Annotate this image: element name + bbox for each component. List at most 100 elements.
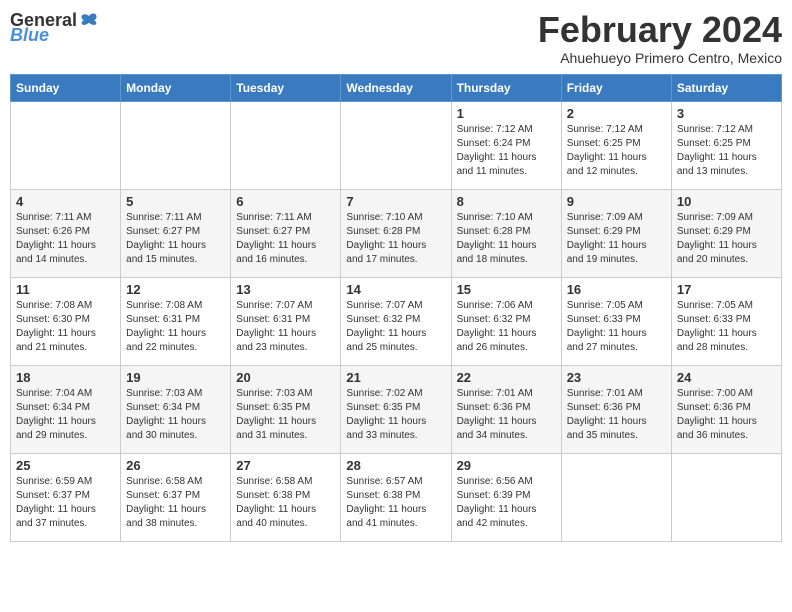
day-info: Sunrise: 7:12 AM Sunset: 6:24 PM Dayligh…: [457, 123, 556, 179]
table-row: 19 Sunrise: 7:03 AM Sunset: 6:34 PM Dayli…: [121, 365, 231, 453]
day-info: Sunrise: 6:59 AM Sunset: 6:37 PM Dayligh…: [16, 475, 115, 531]
calendar-week-row: 18 Sunrise: 7:04 AM Sunset: 6:34 PM Dayli…: [11, 365, 782, 453]
day-info: Sunrise: 7:03 AM Sunset: 6:35 PM Dayligh…: [236, 387, 335, 443]
header-monday: Monday: [121, 74, 231, 101]
day-info: Sunrise: 7:01 AM Sunset: 6:36 PM Dayligh…: [567, 387, 666, 443]
day-info: Sunrise: 7:07 AM Sunset: 6:32 PM Dayligh…: [346, 299, 445, 355]
calendar-table: Sunday Monday Tuesday Wednesday Thursday…: [10, 74, 782, 542]
day-number: 22: [457, 370, 556, 385]
table-row: 27 Sunrise: 6:58 AM Sunset: 6:38 PM Dayli…: [231, 453, 341, 541]
day-info: Sunrise: 7:03 AM Sunset: 6:34 PM Dayligh…: [126, 387, 225, 443]
day-info: Sunrise: 7:05 AM Sunset: 6:33 PM Dayligh…: [677, 299, 776, 355]
table-row: 7Sunrise: 7:10 AM Sunset: 6:28 PM Daylig…: [341, 189, 451, 277]
day-number: 9: [567, 194, 666, 209]
day-info: Sunrise: 7:09 AM Sunset: 6:29 PM Dayligh…: [567, 211, 666, 267]
table-row: 10 Sunrise: 7:09 AM Sunset: 6:29 PM Dayli…: [671, 189, 781, 277]
day-info: Sunrise: 7:05 AM Sunset: 6:33 PM Dayligh…: [567, 299, 666, 355]
table-row: 9 Sunrise: 7:09 AM Sunset: 6:29 PM Daylig…: [561, 189, 671, 277]
day-number: 7: [346, 194, 445, 209]
day-number: 16: [567, 282, 666, 297]
table-row: 24 Sunrise: 7:00 AM Sunset: 6:36 PM Dayli…: [671, 365, 781, 453]
day-number: 20: [236, 370, 335, 385]
day-info: Sunrise: 7:06 AM Sunset: 6:32 PM Dayligh…: [457, 299, 556, 355]
calendar-week-row: 4Sunrise: 7:11 AM Sunset: 6:26 PM Daylig…: [11, 189, 782, 277]
header-thursday: Thursday: [451, 74, 561, 101]
day-number: 27: [236, 458, 335, 473]
day-number: 15: [457, 282, 556, 297]
day-info: Sunrise: 7:04 AM Sunset: 6:34 PM Dayligh…: [16, 387, 115, 443]
table-row: 23 Sunrise: 7:01 AM Sunset: 6:36 PM Dayli…: [561, 365, 671, 453]
day-number: 1: [457, 106, 556, 121]
header-tuesday: Tuesday: [231, 74, 341, 101]
location-title: Ahuehueyo Primero Centro, Mexico: [538, 50, 782, 66]
table-row: 25 Sunrise: 6:59 AM Sunset: 6:37 PM Dayli…: [11, 453, 121, 541]
table-row: 28Sunrise: 6:57 AM Sunset: 6:38 PM Dayli…: [341, 453, 451, 541]
table-row: 20 Sunrise: 7:03 AM Sunset: 6:35 PM Dayli…: [231, 365, 341, 453]
calendar-week-row: 25 Sunrise: 6:59 AM Sunset: 6:37 PM Dayli…: [11, 453, 782, 541]
table-row: [11, 101, 121, 189]
logo-bird-icon: [79, 11, 99, 31]
day-info: Sunrise: 7:08 AM Sunset: 6:31 PM Dayligh…: [126, 299, 225, 355]
day-info: Sunrise: 6:56 AM Sunset: 6:39 PM Dayligh…: [457, 475, 556, 531]
table-row: 3 Sunrise: 7:12 AM Sunset: 6:25 PM Daylig…: [671, 101, 781, 189]
table-row: 2 Sunrise: 7:12 AM Sunset: 6:25 PM Daylig…: [561, 101, 671, 189]
logo-blue: Blue: [10, 25, 49, 46]
day-number: 6: [236, 194, 335, 209]
table-row: 18 Sunrise: 7:04 AM Sunset: 6:34 PM Dayli…: [11, 365, 121, 453]
day-info: Sunrise: 7:09 AM Sunset: 6:29 PM Dayligh…: [677, 211, 776, 267]
day-number: 8: [457, 194, 556, 209]
table-row: 14 Sunrise: 7:07 AM Sunset: 6:32 PM Dayli…: [341, 277, 451, 365]
table-row: [231, 101, 341, 189]
calendar-week-row: 11 Sunrise: 7:08 AM Sunset: 6:30 PM Dayli…: [11, 277, 782, 365]
table-row: 6 Sunrise: 7:11 AM Sunset: 6:27 PM Daylig…: [231, 189, 341, 277]
table-row: 11 Sunrise: 7:08 AM Sunset: 6:30 PM Dayli…: [11, 277, 121, 365]
day-info: Sunrise: 7:01 AM Sunset: 6:36 PM Dayligh…: [457, 387, 556, 443]
day-info: Sunrise: 7:07 AM Sunset: 6:31 PM Dayligh…: [236, 299, 335, 355]
header-wednesday: Wednesday: [341, 74, 451, 101]
day-number: 19: [126, 370, 225, 385]
table-row: [121, 101, 231, 189]
day-info: Sunrise: 7:10 AM Sunset: 6:28 PM Dayligh…: [457, 211, 556, 267]
day-info: Sunrise: 6:57 AM Sunset: 6:38 PM Dayligh…: [346, 475, 445, 531]
header-friday: Friday: [561, 74, 671, 101]
day-info: Sunrise: 7:11 AM Sunset: 6:27 PM Dayligh…: [236, 211, 335, 267]
day-info: Sunrise: 7:00 AM Sunset: 6:36 PM Dayligh…: [677, 387, 776, 443]
day-number: 10: [677, 194, 776, 209]
day-number: 14: [346, 282, 445, 297]
logo: General Blue: [10, 10, 99, 46]
day-number: 3: [677, 106, 776, 121]
day-number: 29: [457, 458, 556, 473]
table-row: 26Sunrise: 6:58 AM Sunset: 6:37 PM Dayli…: [121, 453, 231, 541]
day-info: Sunrise: 7:08 AM Sunset: 6:30 PM Dayligh…: [16, 299, 115, 355]
table-row: 13 Sunrise: 7:07 AM Sunset: 6:31 PM Dayli…: [231, 277, 341, 365]
table-row: 22 Sunrise: 7:01 AM Sunset: 6:36 PM Dayli…: [451, 365, 561, 453]
day-number: 26: [126, 458, 225, 473]
table-row: 15 Sunrise: 7:06 AM Sunset: 6:32 PM Dayli…: [451, 277, 561, 365]
table-row: 29 Sunrise: 6:56 AM Sunset: 6:39 PM Dayli…: [451, 453, 561, 541]
day-number: 23: [567, 370, 666, 385]
day-info: Sunrise: 7:12 AM Sunset: 6:25 PM Dayligh…: [567, 123, 666, 179]
day-number: 5: [126, 194, 225, 209]
day-info: Sunrise: 7:12 AM Sunset: 6:25 PM Dayligh…: [677, 123, 776, 179]
page-header: General Blue February 2024 Ahuehueyo Pri…: [10, 10, 782, 66]
title-area: February 2024 Ahuehueyo Primero Centro, …: [538, 10, 782, 66]
day-info: Sunrise: 6:58 AM Sunset: 6:38 PM Dayligh…: [236, 475, 335, 531]
table-row: 5Sunrise: 7:11 AM Sunset: 6:27 PM Daylig…: [121, 189, 231, 277]
header-saturday: Saturday: [671, 74, 781, 101]
day-number: 24: [677, 370, 776, 385]
day-number: 2: [567, 106, 666, 121]
day-number: 17: [677, 282, 776, 297]
table-row: 16 Sunrise: 7:05 AM Sunset: 6:33 PM Dayli…: [561, 277, 671, 365]
table-row: [671, 453, 781, 541]
day-number: 13: [236, 282, 335, 297]
day-number: 11: [16, 282, 115, 297]
day-number: 18: [16, 370, 115, 385]
table-row: 12Sunrise: 7:08 AM Sunset: 6:31 PM Dayli…: [121, 277, 231, 365]
day-number: 25: [16, 458, 115, 473]
calendar-header-row: Sunday Monday Tuesday Wednesday Thursday…: [11, 74, 782, 101]
table-row: 8 Sunrise: 7:10 AM Sunset: 6:28 PM Daylig…: [451, 189, 561, 277]
day-number: 4: [16, 194, 115, 209]
calendar-week-row: 1 Sunrise: 7:12 AM Sunset: 6:24 PM Daylig…: [11, 101, 782, 189]
month-title: February 2024: [538, 10, 782, 50]
table-row: [341, 101, 451, 189]
